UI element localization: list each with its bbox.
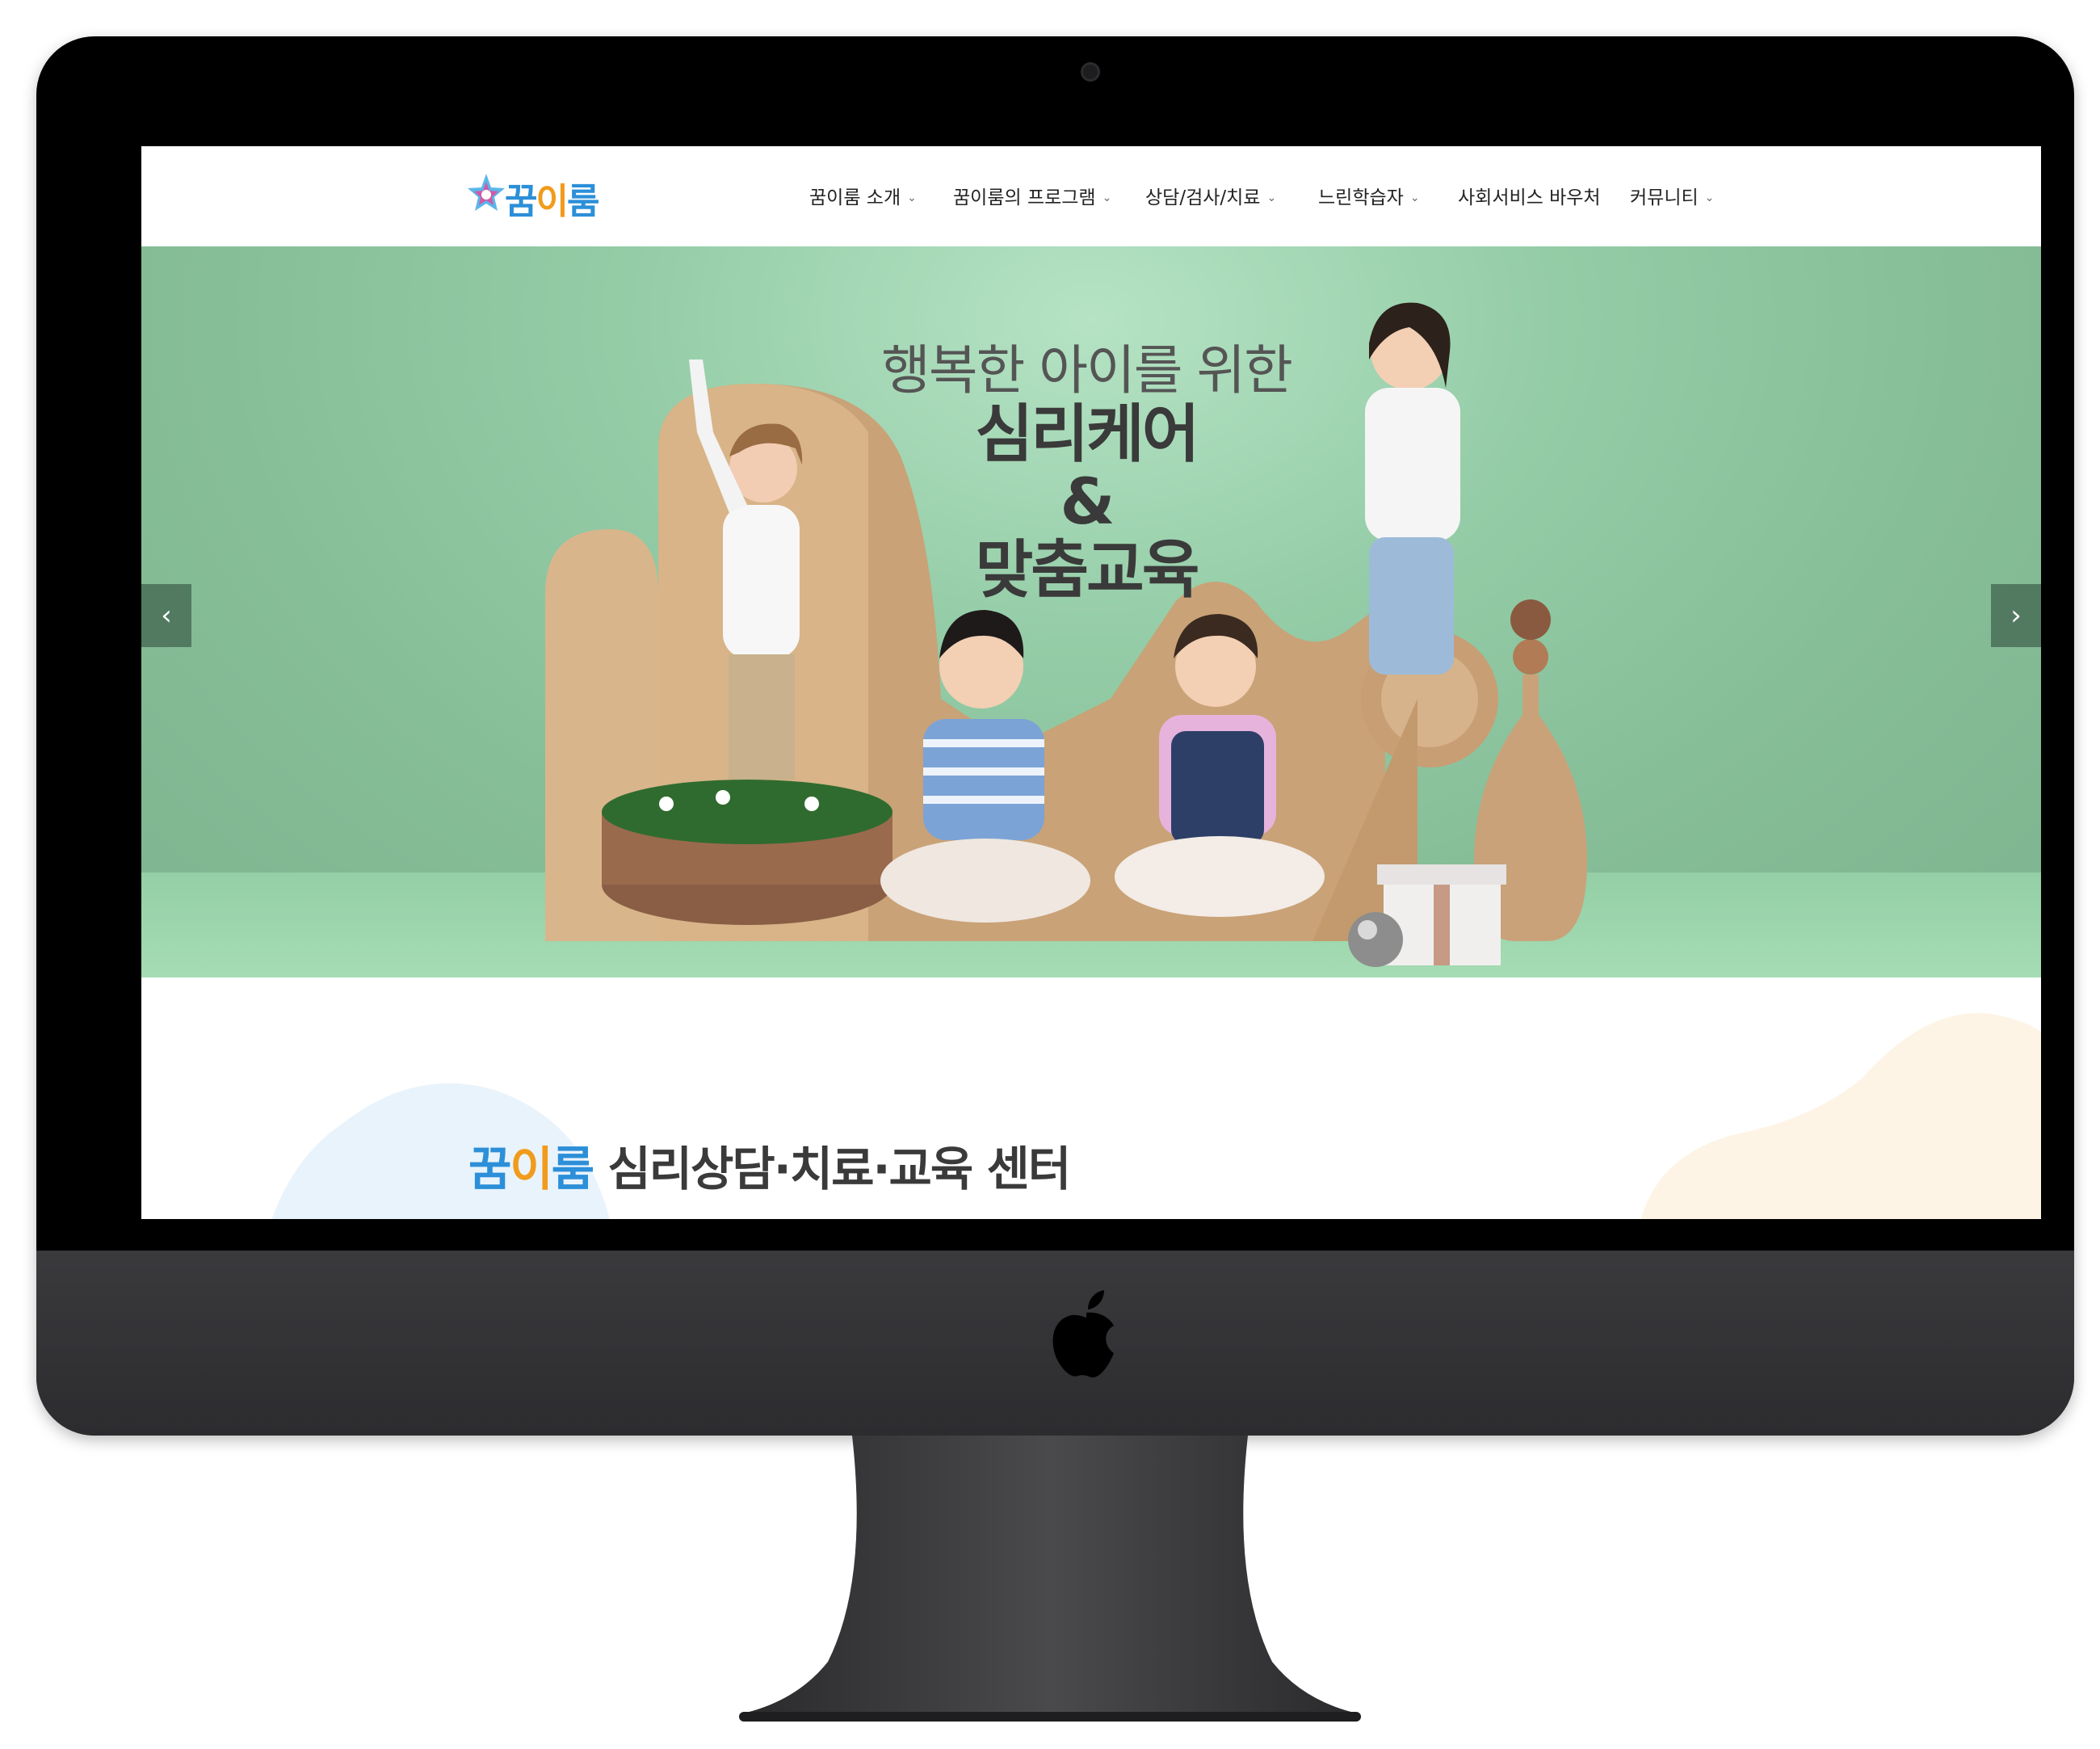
chevron-down-icon: ⌄ bbox=[1409, 191, 1420, 204]
intro-section: 꿈이룸 심리상담·치료·교육 센터 bbox=[141, 978, 2041, 1219]
slider-prev-button[interactable]: ‹ bbox=[141, 584, 191, 647]
intro-brand-char-3: 룸 bbox=[551, 1141, 594, 1196]
logo-char-1: 꿈 bbox=[505, 181, 538, 222]
nav-item-label: 꿈이룸의 프로그램 bbox=[953, 187, 1096, 208]
logo-char-2: 이 bbox=[536, 181, 569, 222]
chevron-down-icon: ⌄ bbox=[1102, 191, 1112, 204]
nav-item-label: 느린학습자 bbox=[1318, 187, 1404, 208]
chevron-down-icon: ⌄ bbox=[1266, 191, 1277, 204]
nav-item-label: 커뮤니티 bbox=[1630, 187, 1699, 208]
hero-line-2: & bbox=[1060, 465, 1115, 539]
intro-brand-char-1: 꿈 bbox=[468, 1141, 511, 1196]
nav-item-counseling[interactable]: 상담/검사/치료 ⌄ bbox=[1145, 182, 1276, 209]
intro-title: 꿈이룸 심리상담·치료·교육 센터 bbox=[468, 1131, 1071, 1199]
nav-item-community[interactable]: 커뮤니티 ⌄ bbox=[1630, 182, 1714, 209]
intro-brand-char-2: 이 bbox=[510, 1141, 552, 1196]
decor-blob-right bbox=[1640, 1013, 2041, 1219]
nav-item-programs[interactable]: 꿈이룸의 프로그램 ⌄ bbox=[953, 182, 1111, 209]
apple-logo-icon bbox=[1052, 1290, 1114, 1378]
nav-item-intro[interactable]: 꿈이룸 소개 ⌄ bbox=[809, 182, 917, 209]
hero-line-1: 심리케어 bbox=[975, 397, 1199, 471]
hero-subtitle: 행복한 아이를 위한 bbox=[881, 339, 1293, 402]
nav-item-voucher[interactable]: 사회서비스 바우처 bbox=[1458, 182, 1601, 209]
chevron-down-icon: ⌄ bbox=[1704, 191, 1715, 204]
nav-item-slow-learners[interactable]: 느린학습자 ⌄ bbox=[1318, 182, 1420, 209]
site-header: 꿈이룸 꿈이룸 소개 ⌄ 꿈이룸의 프로그램 ⌄ 상담/검사/치료 ⌄ 느린학습자 ⌄ … bbox=[141, 146, 2041, 246]
slider-next-button[interactable]: › bbox=[1991, 584, 2041, 647]
chevron-down-icon: ⌄ bbox=[907, 191, 917, 204]
nav-item-label: 상담/검사/치료 bbox=[1145, 187, 1261, 208]
chevron-left-icon: ‹ bbox=[161, 599, 172, 632]
logo-text: 꿈이룸 bbox=[505, 172, 600, 224]
hero-line-3: 맞춤교육 bbox=[975, 534, 1199, 608]
chevron-right-icon: › bbox=[2010, 599, 2022, 632]
browser-screen: 꿈이룸 꿈이룸 소개 ⌄ 꿈이룸의 프로그램 ⌄ 상담/검사/치료 ⌄ 느린학습자 ⌄ … bbox=[141, 146, 2041, 1219]
imac-frame: 꿈이룸 꿈이룸 소개 ⌄ 꿈이룸의 프로그램 ⌄ 상담/검사/치료 ⌄ 느린학습자 ⌄ … bbox=[36, 36, 2074, 1436]
hero-headline: 행복한 아이를 위한 심리케어 & 맞춤교육 bbox=[844, 339, 1329, 608]
logo-star-icon bbox=[468, 174, 505, 211]
hero-slider: 행복한 아이를 위한 심리케어 & 맞춤교육 ‹ › bbox=[141, 246, 2041, 978]
camera-icon bbox=[1081, 62, 1100, 82]
site-logo[interactable]: 꿈이룸 bbox=[466, 169, 607, 224]
logo-char-3: 룸 bbox=[566, 181, 600, 222]
nav-item-label: 사회서비스 바우처 bbox=[1458, 187, 1601, 208]
nav-item-label: 꿈이룸 소개 bbox=[809, 187, 901, 208]
intro-title-rest: 심리상담·치료·교육 센터 bbox=[593, 1141, 1071, 1196]
imac-stand bbox=[739, 1436, 1361, 1722]
